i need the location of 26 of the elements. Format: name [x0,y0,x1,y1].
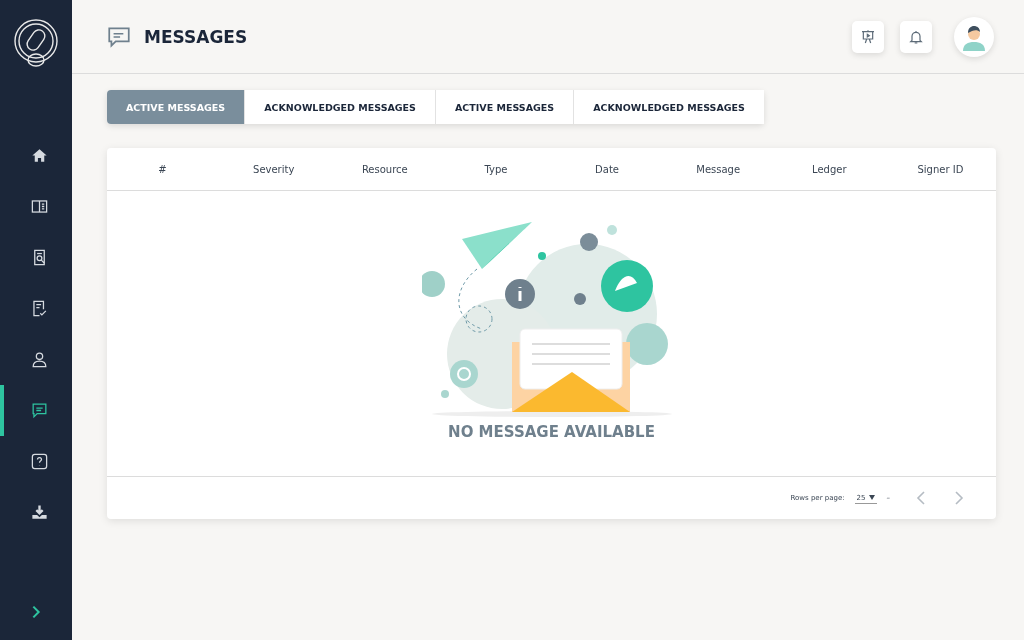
notifications-button[interactable] [900,20,932,53]
column-header: Severity [252,163,296,175]
column-header: Ledger [811,163,848,175]
column-header: Type [483,163,509,175]
tab[interactable]: ACKNOWLEDGED MESSAGES [245,90,436,124]
column-header: Signer ID [916,163,965,175]
column-header: # [157,163,168,175]
book-icon [29,197,49,216]
chevron-left-icon [914,490,928,506]
empty-state-message: NO MESSAGE AVAILABLE [448,423,655,441]
home-icon [29,146,49,165]
download-icon [29,503,49,522]
chevron-right-icon [952,490,966,506]
column-header: Resource [360,163,409,175]
easel-icon [860,28,876,45]
column-header: Message [695,163,742,175]
tab[interactable]: ACTIVE MESSAGES [435,90,575,124]
bell-icon [908,28,924,45]
help-icon [29,452,49,471]
page-title: MESSAGES [144,26,249,47]
tab[interactable]: ACKNOWLEDGED MESSAGES [574,90,764,124]
user-avatar[interactable] [954,16,994,57]
logo-icon [13,18,59,70]
presentation-button[interactable] [852,20,884,53]
caret-icon [868,495,875,500]
column-header: Date [594,163,620,175]
